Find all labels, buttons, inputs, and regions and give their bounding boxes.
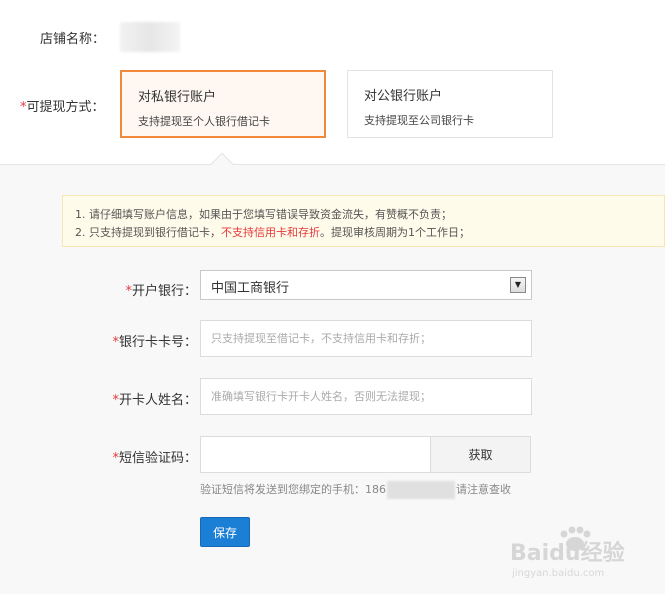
- bank-label: *开户银行：: [125, 284, 197, 299]
- bank-select[interactable]: 中国工商银行 ▼: [200, 270, 532, 300]
- public-account-title: 对公银行账户: [364, 89, 443, 104]
- get-sms-code-button[interactable]: 获取: [430, 436, 531, 473]
- sms-code-input[interactable]: [200, 436, 432, 473]
- watermark-text: Baidu经验: [510, 540, 625, 566]
- phone-number-blurred: [387, 481, 455, 499]
- notice-line-2: 2. 只支持提现到银行借记卡，不支持信用卡和存折。提现审核周期为1个工作日；: [75, 226, 470, 239]
- holder-name-label: *开卡人姓名：: [112, 393, 197, 408]
- card-number-label: *银行卡卡号：: [112, 335, 197, 350]
- watermark-url: jingyan.baidu.com: [511, 568, 604, 579]
- account-type-section: 店铺名称： *可提现方式： 对私银行账户 支持提现至个人银行借记卡 对公银行账户…: [0, 0, 665, 165]
- public-account-option[interactable]: 对公银行账户 支持提现至公司银行卡: [347, 70, 553, 138]
- private-account-option[interactable]: 对私银行账户 支持提现至个人银行借记卡: [120, 70, 326, 138]
- store-name-value-blurred: [120, 22, 180, 52]
- notice-line-1: 1. 请仔细填写账户信息，如果由于您填写错误导致资金流失，有赞概不负责；: [75, 208, 452, 221]
- chevron-down-icon[interactable]: ▼: [510, 277, 526, 293]
- public-account-desc: 支持提现至公司银行卡: [364, 114, 474, 127]
- notice-box: 1. 请仔细填写账户信息，如果由于您填写错误导致资金流失，有赞概不负责； 2. …: [62, 195, 665, 247]
- notice-warning-text: 不支持信用卡和存折: [221, 226, 320, 239]
- save-button[interactable]: 保存: [200, 517, 250, 547]
- private-account-title: 对私银行账户: [138, 90, 217, 105]
- store-name-label: 店铺名称：: [40, 32, 106, 47]
- card-number-input[interactable]: [200, 320, 532, 357]
- withdraw-method-label: *可提现方式：: [20, 100, 105, 115]
- baidu-jingyan-watermark: Baidu经验 jingyan.baidu.com: [510, 526, 625, 579]
- bank-select-value: 中国工商银行: [211, 281, 290, 296]
- holder-name-input[interactable]: [200, 378, 532, 415]
- sms-code-label: *短信验证码：: [112, 451, 197, 466]
- sms-hint: 验证短信将发送到您绑定的手机：186 请注意查收: [200, 481, 511, 499]
- private-account-desc: 支持提现至个人银行借记卡: [138, 115, 270, 128]
